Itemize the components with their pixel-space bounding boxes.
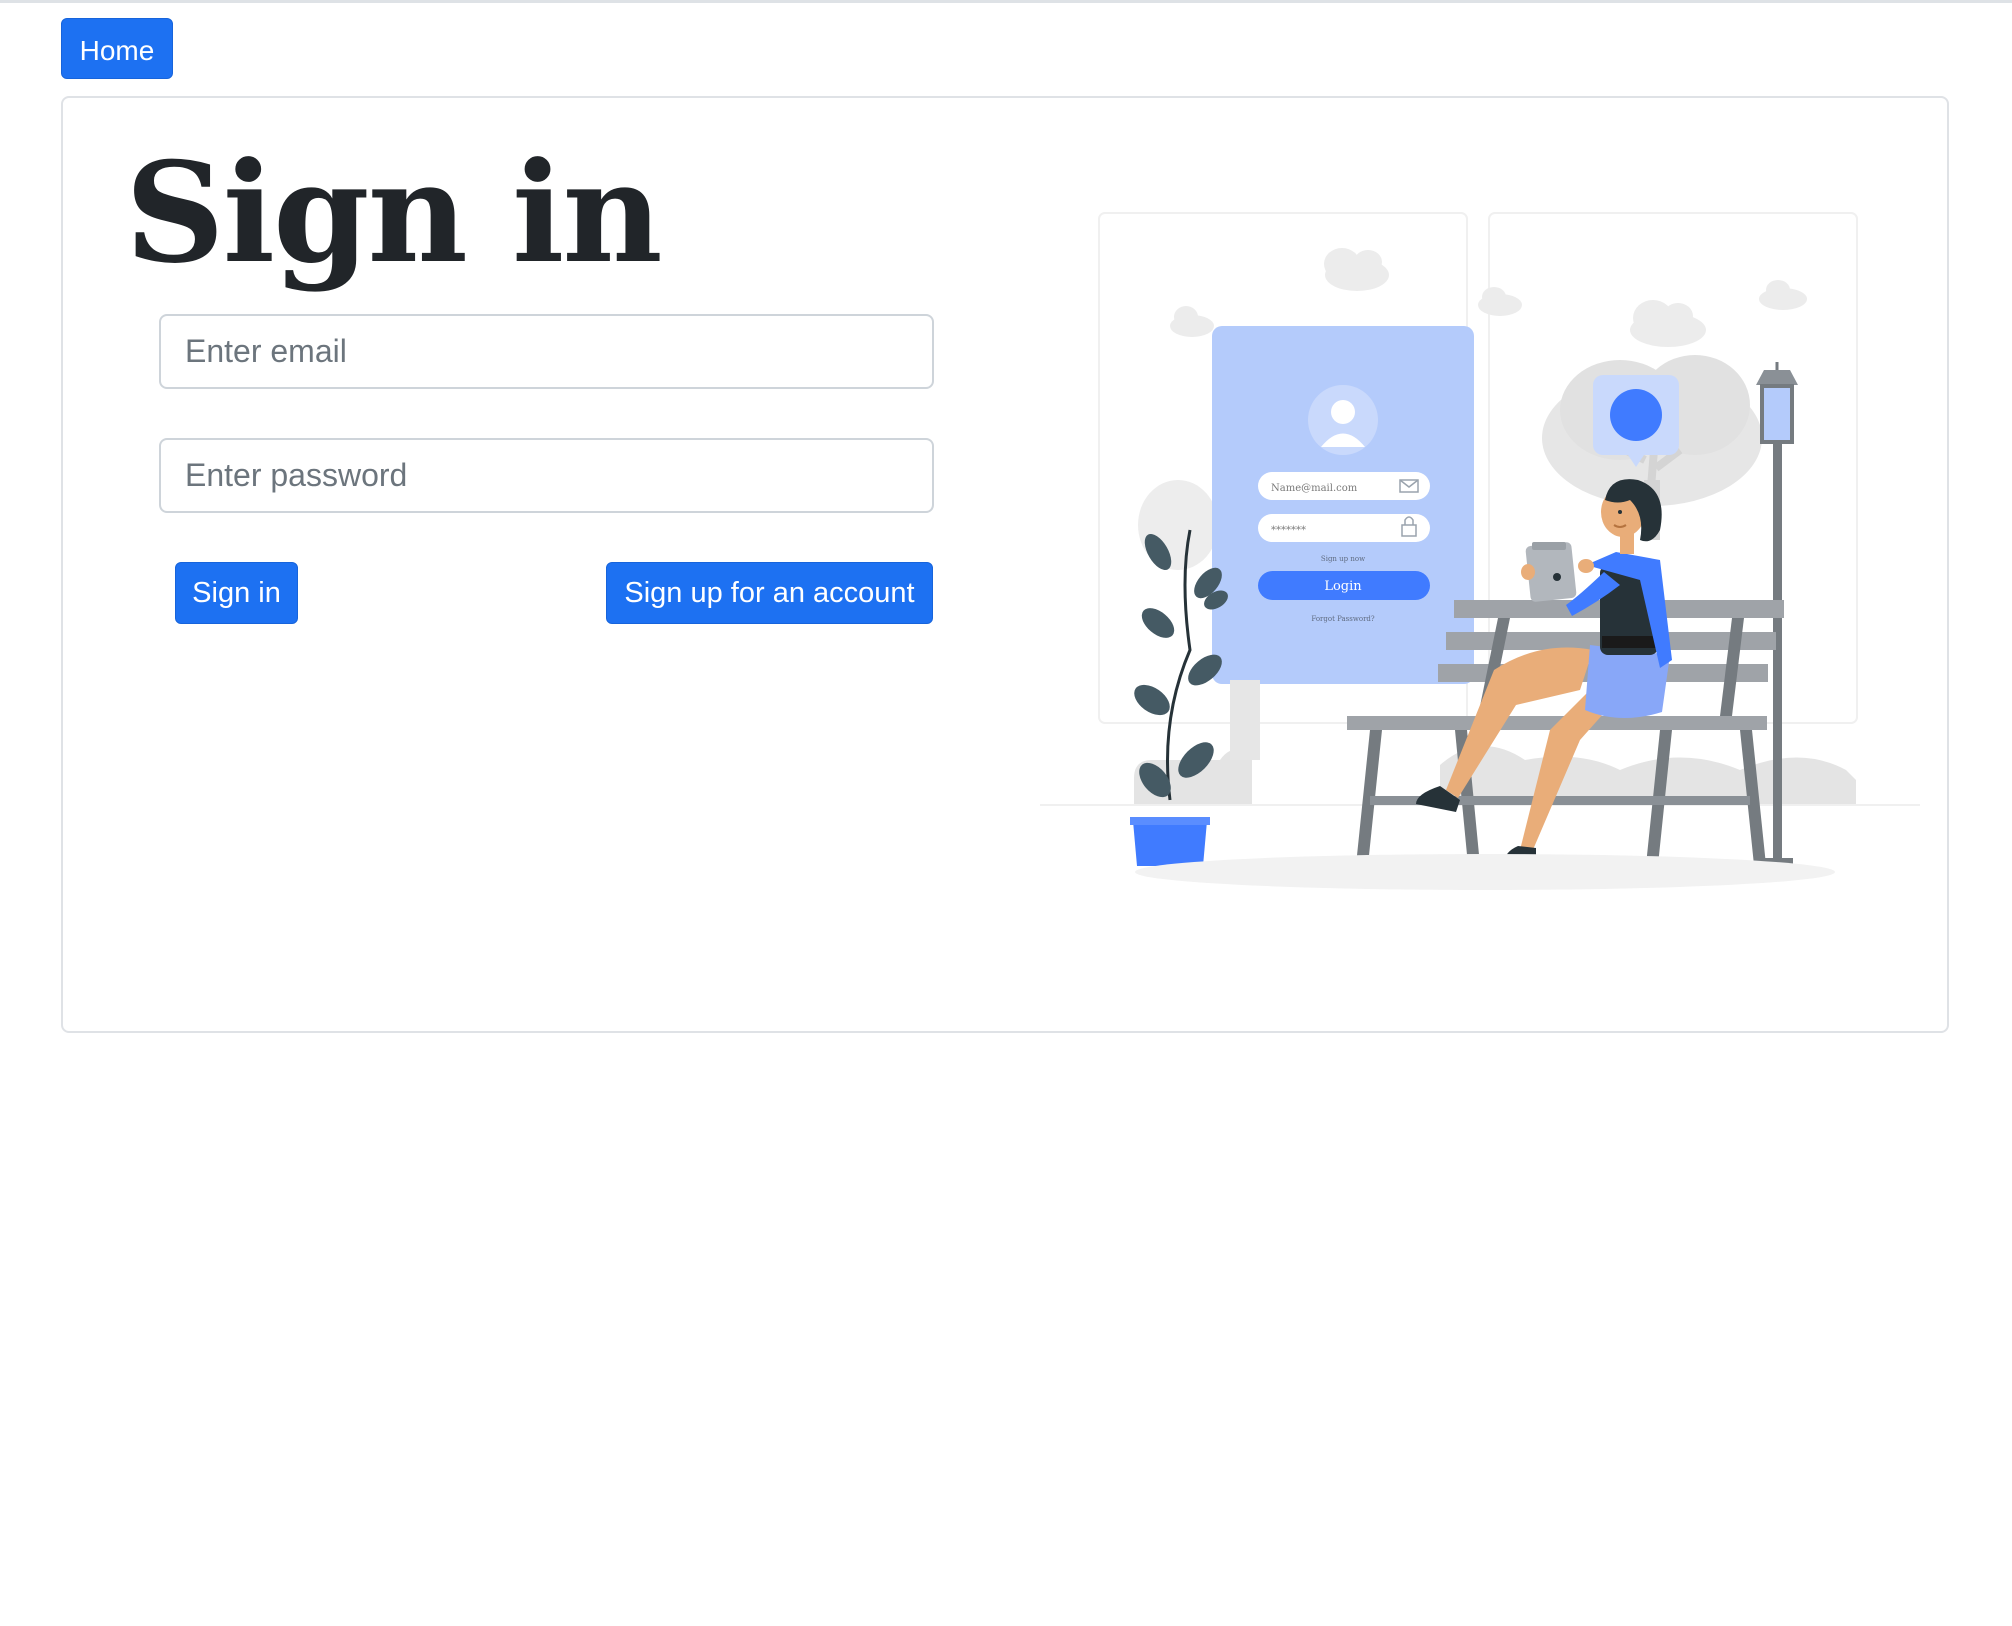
login-illustration: Name@mail.com ******* Sign up now Login …	[1040, 212, 1920, 890]
svg-text:Name@mail.com: Name@mail.com	[1271, 483, 1358, 494]
home-button[interactable]: Home	[61, 18, 173, 79]
signup-button[interactable]: Sign up for an account	[606, 562, 933, 624]
page-title: Sign in	[125, 131, 663, 294]
email-input[interactable]	[159, 314, 934, 389]
svg-text:Login: Login	[1324, 579, 1362, 594]
svg-text:*******: *******	[1271, 525, 1306, 536]
svg-text:Sign up now: Sign up now	[1321, 555, 1365, 563]
user-avatar-icon	[1331, 400, 1355, 424]
chat-bubble-icon	[1610, 389, 1662, 441]
password-input[interactable]	[159, 438, 934, 513]
signin-button[interactable]: Sign in	[175, 562, 298, 624]
top-border	[0, 0, 2012, 3]
plant-icon	[1130, 529, 1228, 866]
svg-text:Forgot Password?: Forgot Password?	[1311, 615, 1375, 623]
